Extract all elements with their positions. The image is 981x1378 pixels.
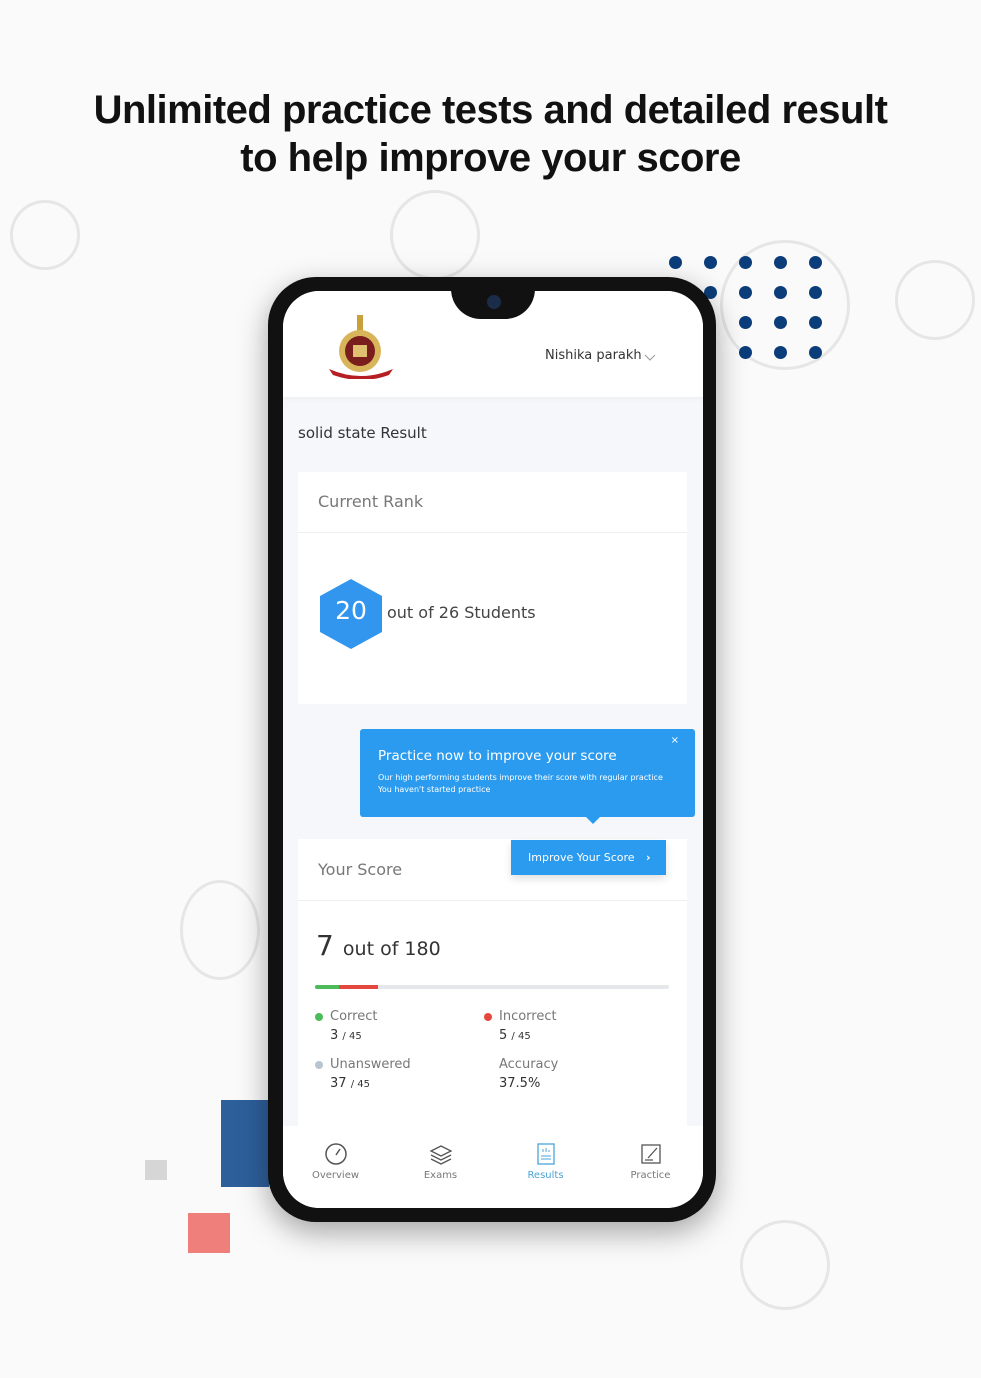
salmon-square-decoration (188, 1213, 230, 1253)
decor-dot (809, 316, 822, 329)
nav-overview[interactable]: Overview (283, 1126, 388, 1208)
page-title: solid state Result (298, 424, 427, 442)
decor-dot (809, 346, 822, 359)
phone-mockup: Nishika parakh solid state Result Curren… (268, 277, 716, 1222)
rank-suffix: out of 26 Students (387, 603, 536, 622)
doodle-flower (10, 200, 80, 270)
doodle-volleyball (895, 260, 975, 340)
nav-label: Exams (423, 1170, 458, 1181)
decor-dot (739, 346, 752, 359)
decor-dot (739, 316, 752, 329)
close-icon[interactable]: × (671, 735, 679, 746)
decor-dot (774, 256, 787, 269)
camera-icon (487, 295, 501, 309)
decor-dot (774, 316, 787, 329)
tooltip-line1: Our high performing students improve the… (378, 773, 663, 782)
layers-icon (429, 1145, 452, 1165)
doodle-palette (180, 880, 260, 980)
stat-incorrect: Incorrect 5 / 45 (484, 1009, 557, 1043)
edit-icon (640, 1144, 661, 1164)
gray-square-decoration (145, 1160, 167, 1180)
stat-unanswered: Unanswered 37 / 45 (315, 1057, 411, 1091)
doodle-ball (740, 1220, 830, 1310)
gauge-icon (324, 1143, 347, 1165)
nav-label: Practice (630, 1170, 671, 1181)
rank-title: Current Rank (318, 492, 424, 511)
nav-practice[interactable]: Practice (598, 1126, 703, 1208)
improve-score-button[interactable]: Improve Your Score › (511, 840, 666, 875)
decor-dot (809, 286, 822, 299)
headline: Unlimited practice tests and detailed re… (93, 88, 888, 180)
nav-exams[interactable]: Exams (388, 1126, 493, 1208)
app-screen: Nishika parakh solid state Result Curren… (283, 291, 703, 1208)
score-suffix: out of 180 (342, 938, 441, 960)
institute-logo (329, 315, 393, 379)
stat-correct: Correct 3 / 45 (315, 1009, 377, 1043)
chevron-right-icon: › (646, 851, 651, 864)
decor-dot (739, 256, 752, 269)
blue-block-decoration (221, 1100, 269, 1187)
progress-correct (315, 985, 339, 989)
tooltip-arrow (586, 817, 600, 824)
nav-results[interactable]: Results (493, 1126, 598, 1208)
decor-dot (774, 286, 787, 299)
score-progress-bar (315, 985, 669, 989)
progress-incorrect (338, 985, 378, 989)
score-value: 7 (316, 929, 334, 962)
nav-label: Overview (311, 1170, 360, 1181)
nav-label: Results (527, 1170, 564, 1181)
tooltip-title: Practice now to improve your score (378, 748, 617, 764)
report-icon (536, 1143, 555, 1165)
score-title: Your Score (318, 860, 403, 879)
decor-dot (809, 256, 822, 269)
tooltip-line2: You haven't started practice (378, 785, 491, 794)
decor-dot (704, 256, 717, 269)
chevron-down-icon[interactable] (644, 354, 656, 362)
improve-score-label: Improve Your Score (528, 851, 635, 864)
rank-card: Current Rank 20 out of 26 Students (298, 472, 687, 704)
decor-dot (669, 256, 682, 269)
user-name[interactable]: Nishika parakh (545, 348, 642, 363)
practice-tooltip: Practice now to improve your score Our h… (360, 729, 695, 824)
rank-value: 20 (335, 596, 367, 625)
decor-dot (774, 346, 787, 359)
decor-dot (739, 286, 752, 299)
stat-accuracy: Accuracy 37.5% (499, 1057, 559, 1091)
score-value-line: 7 out of 180 (316, 929, 441, 962)
doodle-clock (390, 190, 480, 280)
bottom-nav: Overview Exams Results Practice (283, 1126, 703, 1208)
score-card: Your Score 7 out of 180 Correct 3 / 45 I… (298, 839, 687, 1129)
